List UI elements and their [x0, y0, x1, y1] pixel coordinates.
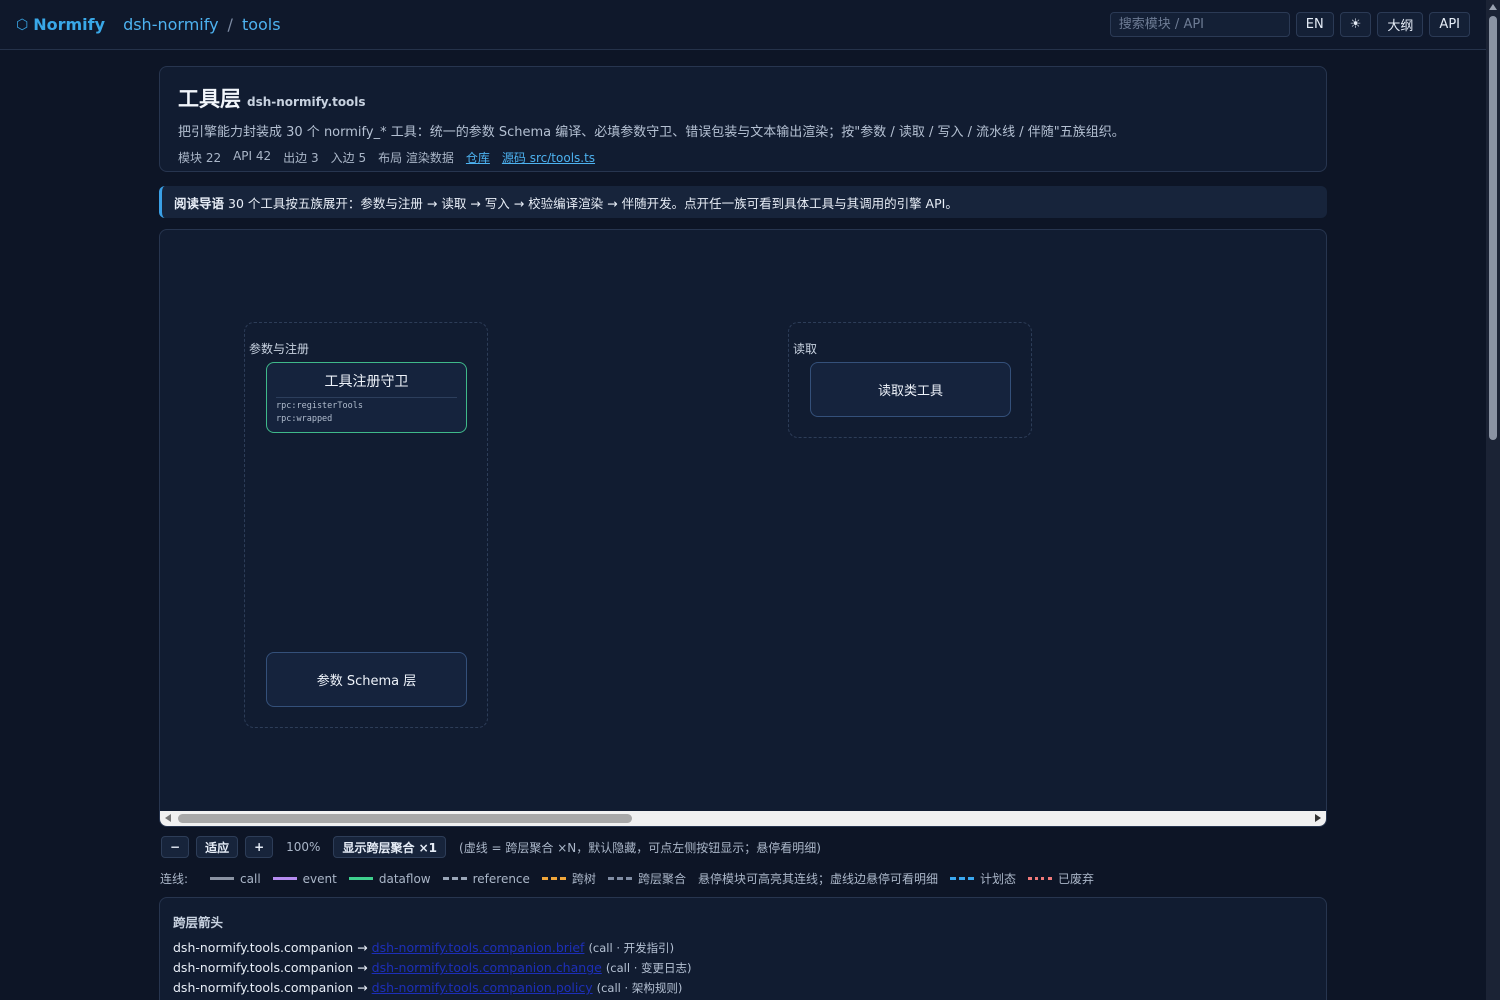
zoom-in-button[interactable]: + — [245, 836, 274, 858]
repo-link[interactable]: 仓库 — [466, 149, 490, 166]
source-link[interactable]: 源码 src/tools.ts — [502, 149, 595, 166]
toggle-cross-layer-button[interactable]: 显示跨层聚合 ×1 — [333, 836, 447, 858]
legend-item-label: call — [240, 871, 261, 886]
node-title: 工具注册守卫 — [324, 374, 409, 390]
zoom-out-button[interactable]: − — [161, 836, 190, 858]
arrow-note: (call · 开发指引) — [588, 941, 675, 955]
node-tool-registry-guard[interactable]: 工具注册守卫 rpc:registerTools rpc:wrapped — [266, 362, 467, 433]
node-param-schema-layer[interactable]: 参数 Schema 层 — [266, 652, 467, 707]
meta-modules: 模块 22 — [178, 151, 222, 165]
page-scrollbar[interactable] — [1486, 0, 1500, 1000]
legend-item-label: 计划态 — [979, 872, 1016, 886]
outline-button[interactable]: 大纲 — [1377, 12, 1424, 37]
module-description: 把引擎能力封装成 30 个 normify_* 工具：统一的参数 Schema … — [178, 125, 1125, 140]
breadcrumb-root[interactable]: dsh-normify — [123, 15, 218, 34]
edge-legend: 连线: call event dataflow reference 跨树 跨层聚合 悬停模… — [160, 870, 1106, 887]
top-bar: ⬡ Normify dsh-normify / tools EN ☀ 大纲 AP… — [0, 0, 1486, 50]
cross-layer-hint: (虚线 = 跨层聚合 ×N，默认隐藏，可点左侧按钮显示；悬停看明细) — [459, 840, 821, 855]
meta-in-edges: 入边 5 — [330, 151, 367, 165]
diagram-canvas[interactable]: 参数与注册 工具注册守卫 rpc:registerTools rpc:wrapp… — [159, 229, 1327, 827]
meta-out-edges: 出边 3 — [283, 151, 319, 165]
legend-swatch-icon — [541, 877, 566, 880]
arrow-row: dsh-normify.tools.companion → dsh-normif… — [173, 978, 1313, 998]
legend-swatch-icon — [1027, 877, 1052, 880]
package-name: dsh-normify.tools — [247, 95, 366, 109]
module-meta: 模块 22 API 42 出边 3 入边 5 布局 渲染数据 仓库 源码 src… — [178, 149, 1308, 166]
legend-swatch-icon — [949, 877, 974, 880]
legend-item-label: 跨层聚合 — [637, 872, 686, 886]
arrow-note: (call · 架构规则) — [596, 981, 683, 995]
theme-toggle-button[interactable]: ☀ — [1339, 12, 1372, 37]
node-read-tools[interactable]: 读取类工具 — [810, 362, 1011, 417]
hexagon-icon: ⬡ — [16, 16, 29, 33]
legend-swatch-icon — [210, 877, 235, 880]
legend-swatch-icon — [442, 877, 467, 880]
meta-layout: 布局 渲染数据 — [378, 151, 454, 165]
panel-title: 跨层箭头 — [173, 915, 224, 930]
scrollbar-thumb[interactable] — [178, 814, 632, 823]
diagram-controls: − 适应 + 100% 显示跨层聚合 ×1 (虚线 = 跨层聚合 ×N，默认隐藏… — [161, 836, 821, 858]
arrow-note: (call · 变更日志) — [605, 961, 692, 975]
legend-item-label: 跨树 — [571, 872, 596, 886]
reading-guide: 阅读导语 30 个工具按五族展开：参数与注册 → 读取 → 写入 → 校验编译渲… — [159, 186, 1327, 218]
node-divider — [276, 397, 457, 398]
arrow-from: dsh-normify.tools.companion → — [173, 980, 368, 995]
fit-button[interactable]: 适应 — [196, 836, 239, 858]
meta-api: API 42 — [233, 149, 272, 163]
legend-note: 悬停模块可高亮其连线；虚线边悬停可看明细 — [697, 872, 938, 886]
legend-swatch-icon — [607, 877, 632, 880]
sun-icon: ☀ — [1349, 17, 1362, 32]
zoom-level: 100% — [286, 840, 321, 854]
legend-item-event: event — [272, 871, 337, 886]
arrow-target-link[interactable]: dsh-normify.tools.companion.policy — [372, 980, 593, 995]
legend-item-label: dataflow — [378, 871, 431, 886]
brand-logo[interactable]: ⬡ Normify — [16, 15, 105, 34]
arrow-from: dsh-normify.tools.companion → — [173, 960, 368, 975]
api-button[interactable]: API — [1429, 12, 1470, 37]
legend-item-label: event — [302, 871, 337, 886]
legend-item-已废弃: 已废弃 — [1027, 870, 1094, 887]
node-api: rpc:wrapped — [276, 414, 333, 424]
arrow-from: dsh-normify.tools.companion → — [173, 940, 368, 955]
search-input[interactable] — [1109, 12, 1290, 37]
legend-item-跨树: 跨树 — [541, 870, 596, 887]
arrow-target-link[interactable]: dsh-normify.tools.companion.brief — [372, 940, 585, 955]
legend-item-call: call — [210, 872, 261, 886]
node-title: 参数 Schema 层 — [316, 674, 417, 689]
legend-item-reference: reference — [442, 871, 530, 886]
page-title: 工具层 — [178, 87, 241, 111]
legend-item-跨层聚合: 跨层聚合 — [607, 870, 686, 887]
legend-item-计划态: 计划态 — [949, 870, 1016, 887]
arrow-target-link[interactable]: dsh-normify.tools.companion.change — [372, 960, 602, 975]
arrow-row: dsh-normify.tools.companion → dsh-normif… — [173, 958, 1313, 978]
arrow-row: dsh-normify.tools.companion → dsh-normif… — [173, 938, 1313, 958]
breadcrumb-separator: / — [227, 15, 233, 34]
node-title: 读取类工具 — [877, 384, 943, 399]
group-label: 参数与注册 — [249, 342, 310, 356]
node-api: rpc:registerTools — [276, 401, 363, 411]
module-header-card: 工具层 dsh-normify.tools 把引擎能力封装成 30 个 norm… — [159, 66, 1327, 172]
breadcrumb-current[interactable]: tools — [242, 15, 281, 34]
brand-name: Normify — [33, 15, 106, 34]
breadcrumb: dsh-normify / tools — [123, 15, 281, 34]
cross-layer-arrows-panel: 跨层箭头 dsh-normify.tools.companion → dsh-n… — [159, 897, 1327, 1000]
scroll-up-arrow[interactable] — [1489, 4, 1497, 10]
legend-item-label: reference — [472, 871, 530, 886]
legend-swatch-icon — [272, 877, 297, 880]
legend-swatch-icon — [348, 877, 373, 880]
canvas-horizontal-scrollbar[interactable] — [160, 811, 1326, 826]
language-button[interactable]: EN — [1295, 12, 1334, 37]
guide-label: 阅读导语 — [174, 195, 225, 211]
scroll-right-arrow[interactable] — [1315, 814, 1321, 822]
legend-item-label: 已废弃 — [1057, 872, 1094, 886]
guide-text: 30 个工具按五族展开：参数与注册 → 读取 → 写入 → 校验编译渲染 → 伴… — [228, 195, 958, 211]
scrollbar-thumb[interactable] — [1489, 16, 1497, 440]
legend-item-dataflow: dataflow — [348, 871, 431, 886]
legend-label: 连线: — [160, 872, 189, 886]
group-label: 读取 — [793, 342, 818, 356]
scroll-left-arrow[interactable] — [165, 814, 171, 822]
